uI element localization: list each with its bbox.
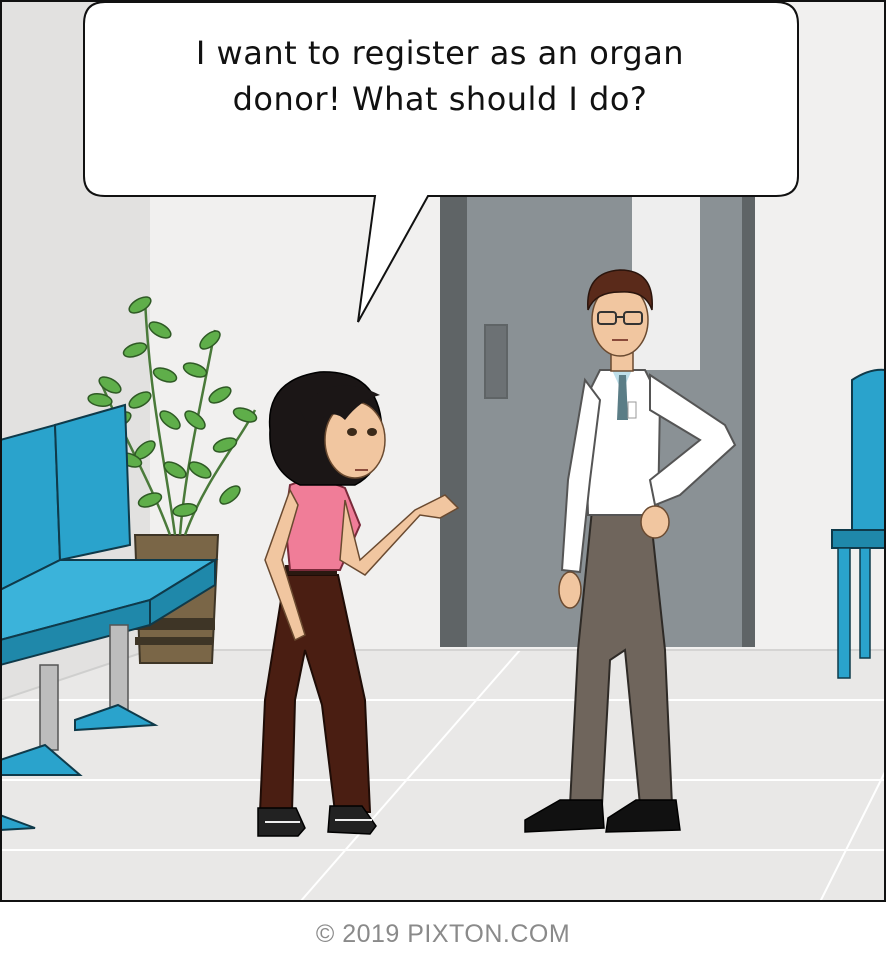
speech-bubble-text: I want to register as an organ donor! Wh… [110, 30, 770, 122]
comic-panel: I want to register as an organ donor! Wh… [0, 0, 886, 902]
floor [0, 650, 886, 902]
speech-line-2: donor! What should I do? [232, 80, 648, 118]
copyright-credit: © 2019 PIXTON.COM [315, 920, 571, 948]
speech-line-1: I want to register as an organ [195, 34, 685, 72]
comic-scene [0, 0, 886, 902]
